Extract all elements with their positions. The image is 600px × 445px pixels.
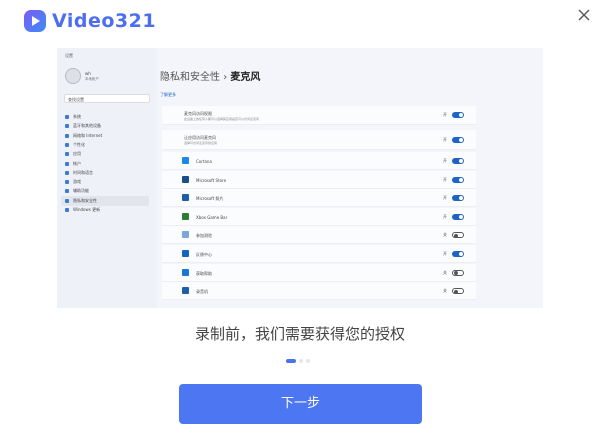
- nav-icon: [65, 152, 69, 157]
- app-name: Video321: [52, 10, 157, 32]
- app-row: 反馈中心开: [162, 245, 476, 263]
- settings-sidebar: 设置 wh 本地帐户 查找设置 系统 蓝牙和其他设备 网络和 Internet 个性化…: [57, 48, 157, 308]
- app-row: Microsoft Store 开: [162, 170, 476, 189]
- app-row: Microsoft 照片开: [162, 189, 476, 208]
- pager-dot[interactable]: [306, 359, 310, 363]
- nav-icon: [65, 198, 69, 203]
- nav-icon: [65, 133, 69, 138]
- nav-icon: [65, 180, 69, 185]
- close-icon: [578, 9, 590, 21]
- search-input: 查找设置: [64, 94, 150, 103]
- sidebar-item: 辅助功能: [61, 186, 149, 196]
- avatar: [65, 68, 81, 84]
- next-button[interactable]: 下一步: [179, 384, 422, 424]
- app-row: 获取帮助关: [162, 263, 476, 282]
- app-icon: [182, 250, 189, 257]
- app-icon: [182, 212, 189, 220]
- nav-icon: [65, 142, 69, 147]
- app-icon: [182, 175, 189, 183]
- app-toggle: [452, 232, 464, 239]
- app-icon: [182, 287, 189, 295]
- app-toggle: [452, 176, 464, 183]
- user-type: 本地帐户: [85, 77, 99, 81]
- learn-more-link: 了解更多: [160, 92, 176, 97]
- app-row: Xbox Game Bar 开: [162, 207, 476, 226]
- app-toggle: [452, 195, 464, 202]
- app-icon: [182, 194, 189, 202]
- play-logo-icon: [24, 10, 46, 32]
- nav-icon: [65, 161, 69, 166]
- apps-access-row: 让应用访问麦克风 选择可访问麦克风的应用 开: [162, 130, 476, 150]
- page-title: 隐私和安全性 › 麦克风: [160, 72, 261, 83]
- app-toggle: [452, 269, 464, 276]
- pager-dot[interactable]: [286, 359, 296, 363]
- sidebar-item: Windows 更新: [61, 205, 149, 215]
- apps-access-toggle: [452, 137, 464, 143]
- app-toggle: [452, 251, 464, 257]
- app-row: 参加测验关: [162, 226, 476, 245]
- mic-access-row: 麦克风访问权限 此设备上的任何人都可以选择其应用是否可以访问麦克风 开: [162, 106, 476, 125]
- nav-icon: [65, 170, 69, 175]
- pager-dots: [286, 359, 310, 363]
- permission-caption: 录制前，我们需要获得您的授权: [194, 325, 405, 343]
- app-row: 录音机关: [162, 282, 476, 301]
- app-toggle: [452, 158, 464, 164]
- app-icon: [182, 268, 189, 276]
- pager-dot[interactable]: [299, 359, 303, 363]
- mic-access-toggle: [452, 112, 464, 118]
- window-title: 设置: [65, 53, 73, 58]
- app-toggle: [452, 288, 464, 295]
- user-name: wh: [85, 71, 91, 76]
- nav-icon: [65, 115, 69, 119]
- settings-main: 隐私和安全性 › 麦克风 了解更多 麦克风访问权限 此设备上的任何人都可以选择其…: [160, 48, 543, 308]
- app-logo: Video321: [24, 10, 156, 32]
- nav-icon: [65, 189, 69, 194]
- nav-icon: [65, 208, 69, 212]
- app-icon: [182, 231, 189, 239]
- app-icon: [182, 157, 189, 164]
- nav-icon: [65, 124, 69, 129]
- settings-screenshot: 设置 wh 本地帐户 查找设置 系统 蓝牙和其他设备 网络和 Internet 个性化…: [57, 48, 543, 308]
- close-button[interactable]: [575, 6, 593, 24]
- app-toggle: [452, 213, 464, 220]
- app-row: Cortana 开: [162, 152, 476, 170]
